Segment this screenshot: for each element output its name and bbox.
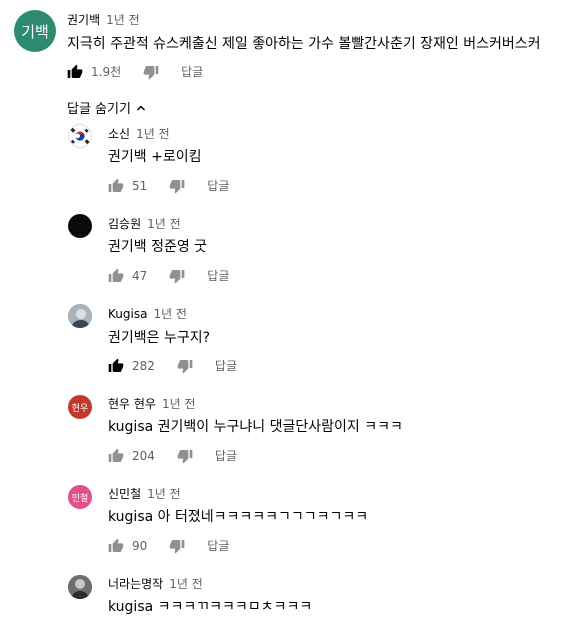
dislike-button[interactable] [177,358,193,374]
avatar[interactable] [68,304,92,328]
like-button[interactable] [108,178,124,194]
like-button[interactable] [108,448,124,464]
reply-button[interactable]: 답글 [207,537,229,554]
reply-time[interactable]: 1년 전 [147,217,181,231]
avatar[interactable] [68,124,92,148]
comment-meta: 권기백 1년 전 [67,11,140,28]
reply-author[interactable]: Kugisa [108,307,147,321]
reply-time[interactable]: 1년 전 [153,307,187,321]
avatar-initials: 민철 [71,493,89,504]
reply-author[interactable]: 소신 [108,127,130,141]
avatar-initials: 현우 [71,403,89,414]
reply-meta: 현우 현우 1년 전 [108,395,196,412]
reply-author[interactable]: 김승원 [108,217,141,231]
reply-button[interactable]: 답글 [207,177,229,194]
avatar-initials: 기백 [21,22,49,41]
reply-text: kugisa 아 터졌네ㅋㅋㅋㅋㅋㄱㄱㄱㅋㄱㅋㅋ [108,509,369,525]
reply-meta: 너라는명작 1년 전 [108,575,203,592]
avatar[interactable] [68,214,92,238]
dislike-button[interactable] [177,448,193,464]
reply-meta: 소신 1년 전 [108,125,170,142]
like-button[interactable] [67,64,83,80]
like-count: 1.9천 [91,65,122,79]
chevron-up-icon [136,104,145,111]
comment-text: 지극히 주관적 슈스케출신 제일 좋아하는 가수 볼빨간사춘기 장재인 버스커버… [67,36,541,52]
thumbs-down-icon [177,359,193,373]
like-button[interactable] [108,538,124,554]
comment-actions: 1.9천 답글 [67,63,203,80]
reply-actions: 51 답글 [108,177,229,194]
reply-actions: 282 답글 [108,357,237,374]
reply-time[interactable]: 1년 전 [147,487,181,501]
reply-text: 권기백 +로이킴 [108,149,202,165]
profile-photo-icon [68,575,92,599]
thumbs-up-icon [108,268,124,282]
like-count: 51 [132,178,148,193]
avatar[interactable]: 기백 [14,10,56,52]
reply-text: kugisa ㅋㅋㅋㄲㅋㅋㅋㅁㅊㅋㅋㅋ [108,599,313,615]
reply-meta: Kugisa 1년 전 [108,305,187,322]
reply-text: 권기백 정준영 굿 [108,239,208,255]
like-count: 90 [132,538,148,553]
like-count: 47 [132,268,148,283]
reply-button[interactable]: 답글 [215,357,237,374]
hide-replies-label: 답글 숨기기 [67,102,131,117]
thumbs-down-icon [177,449,193,463]
reply-time[interactable]: 1년 전 [136,127,170,141]
reply-text: kugisa 권기백이 누구냐니 댓글단사람이지 ㅋㅋㅋ [108,419,403,435]
like-button[interactable] [108,268,124,284]
reply-meta: 신민철 1년 전 [108,485,181,502]
reply-text: 권기백은 누구지? [108,330,211,346]
like-count: 282 [132,358,155,373]
reply-author[interactable]: 현우 현우 [108,397,156,411]
reply-author[interactable]: 너라는명작 [108,577,163,591]
dislike-button[interactable] [169,538,185,554]
reply-button[interactable]: 답글 [215,447,237,464]
reply-author[interactable]: 신민철 [108,487,141,501]
like-count: 204 [132,448,155,463]
profile-photo-icon [68,304,92,328]
hide-replies-toggle[interactable]: 답글 숨기기 [67,98,147,117]
like-button[interactable] [108,358,124,374]
thumbs-down-icon [169,269,185,283]
avatar[interactable] [68,575,92,599]
reply-actions: 90 답글 [108,537,229,554]
korean-flag-icon [69,125,91,147]
thumbs-down-icon [169,179,185,193]
dislike-button[interactable] [143,64,159,80]
thumbs-up-icon [67,64,83,78]
thumbs-up-icon [108,448,124,462]
comment-time[interactable]: 1년 전 [106,13,140,27]
avatar[interactable]: 현우 [68,395,92,419]
reply-actions: 47 답글 [108,267,229,284]
reply-button[interactable]: 답글 [181,63,203,80]
thumbs-up-icon [108,538,124,552]
reply-time[interactable]: 1년 전 [169,577,203,591]
thumbs-up-icon [108,178,124,192]
avatar[interactable]: 민철 [68,485,92,509]
thumbs-down-icon [169,539,185,553]
thumbs-up-icon [108,358,124,372]
reply-time[interactable]: 1년 전 [162,397,196,411]
reply-meta: 김승원 1년 전 [108,215,181,232]
thumbs-down-icon [143,65,159,79]
dislike-button[interactable] [169,178,185,194]
dislike-button[interactable] [169,268,185,284]
comment-author[interactable]: 권기백 [67,13,100,27]
reply-button[interactable]: 답글 [207,267,229,284]
reply-actions: 204 답글 [108,447,237,464]
